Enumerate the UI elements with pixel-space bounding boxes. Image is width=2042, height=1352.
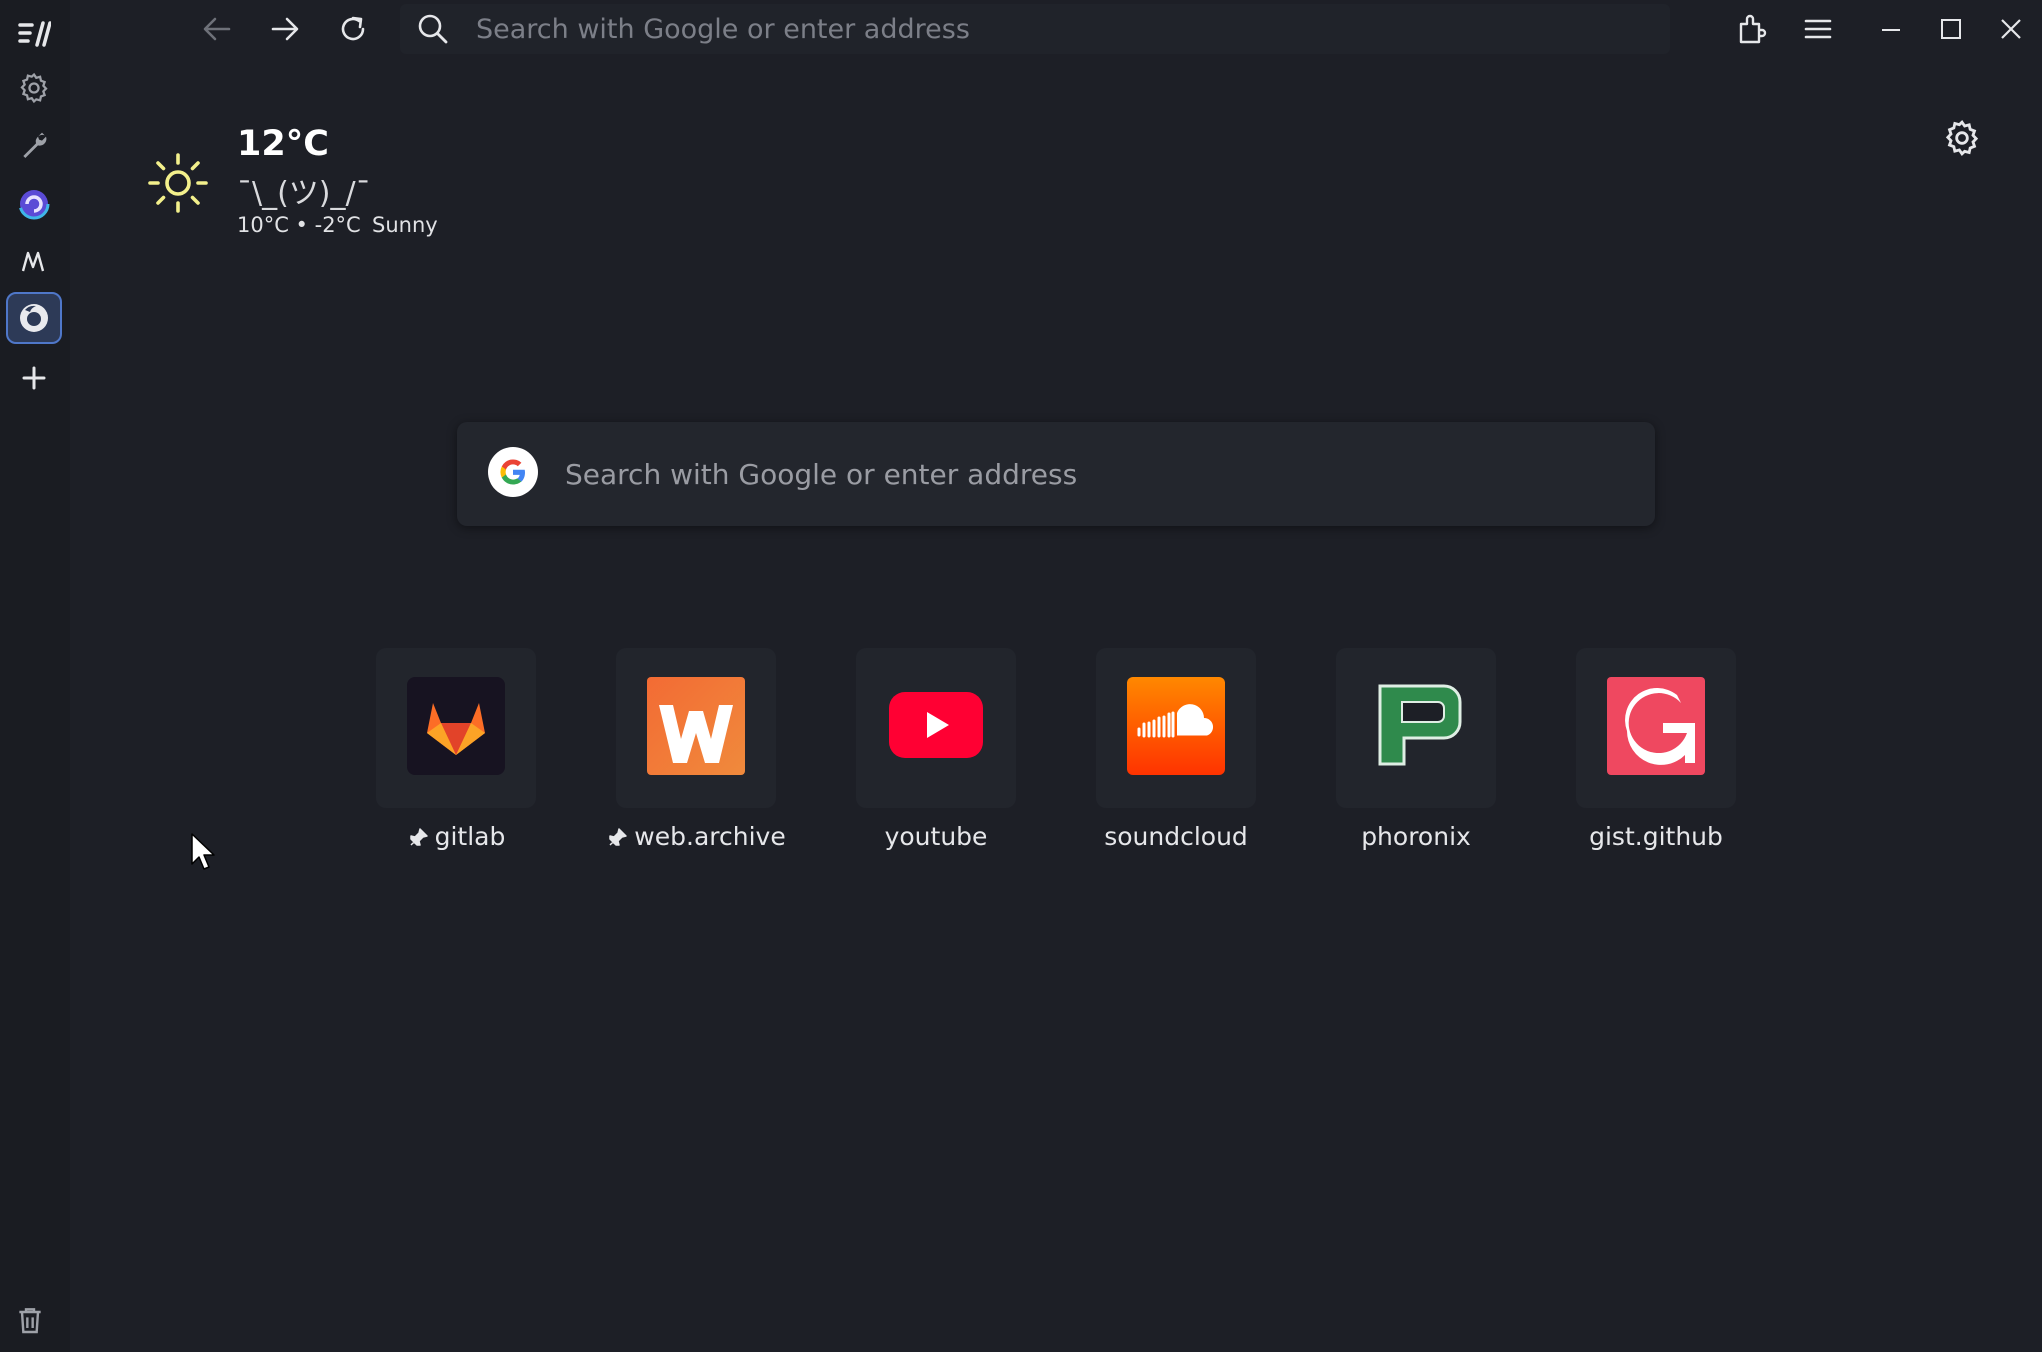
gitlab-logo-icon: [407, 677, 505, 779]
gist-github-logo-icon: [1607, 677, 1705, 779]
sun-icon: [147, 152, 209, 218]
sidebar: [0, 0, 70, 1352]
site-label: gist.github: [1536, 822, 1776, 851]
site-label-text: gist.github: [1589, 822, 1723, 851]
main-search-input[interactable]: [563, 456, 1563, 492]
site-tile[interactable]: [1096, 648, 1256, 808]
top-site-youtube[interactable]: youtube: [816, 648, 1056, 868]
top-site-gitlab[interactable]: gitlab: [336, 648, 576, 868]
mouse-cursor-icon: [190, 832, 218, 876]
extensions-icon[interactable]: [1728, 6, 1774, 52]
site-label: soundcloud: [1056, 822, 1296, 851]
maximize-icon[interactable]: [1928, 6, 1974, 52]
weather-range: 10°C • -2°C: [237, 213, 361, 237]
page-settings-gear-icon[interactable]: [1942, 118, 1982, 158]
top-site-soundcloud[interactable]: soundcloud: [1056, 648, 1296, 868]
site-tile[interactable]: [1576, 648, 1736, 808]
app-menu-icon[interactable]: [6, 8, 62, 60]
m-logo-icon[interactable]: [6, 236, 62, 288]
toolbar: [70, 0, 2042, 58]
wrench-icon[interactable]: [6, 120, 62, 172]
main-search-bar[interactable]: [457, 422, 1655, 526]
phoronix-logo-icon: [1366, 678, 1466, 778]
add-icon[interactable]: [6, 352, 62, 404]
web-archive-logo-icon: [647, 677, 745, 779]
weather-temperature: 12°C: [237, 124, 329, 164]
search-icon: [414, 12, 452, 46]
top-site-phoronix[interactable]: phoronix: [1296, 648, 1536, 868]
minimize-icon[interactable]: [1868, 6, 1914, 52]
google-logo-icon: [487, 446, 539, 502]
site-tile[interactable]: [1336, 648, 1496, 808]
settings-gear-icon[interactable]: [6, 62, 62, 114]
weather-condition: Sunny: [372, 213, 438, 237]
site-label: web.archive: [576, 822, 816, 851]
trash-icon[interactable]: [14, 1304, 46, 1340]
pin-icon: [407, 826, 429, 848]
urlbar-input[interactable]: [474, 12, 1374, 46]
browser-logo-icon[interactable]: [6, 178, 62, 230]
soundcloud-logo-icon: [1127, 677, 1225, 779]
site-tile[interactable]: [616, 648, 776, 808]
site-tile[interactable]: [376, 648, 536, 808]
top-site-gist-github[interactable]: gist.github: [1536, 648, 1776, 868]
site-label: phoronix: [1296, 822, 1536, 851]
youtube-logo-icon: [887, 690, 985, 766]
top-site-web-archive[interactable]: web.archive: [576, 648, 816, 868]
site-label: youtube: [816, 822, 1056, 851]
site-label-text: soundcloud: [1104, 822, 1248, 851]
back-arrow-icon[interactable]: [194, 6, 240, 52]
reload-icon[interactable]: [330, 6, 376, 52]
firefox-logo-icon[interactable]: [6, 292, 62, 344]
site-tile[interactable]: [856, 648, 1016, 808]
close-icon[interactable]: [1988, 6, 2034, 52]
hamburger-menu-icon[interactable]: [1795, 6, 1841, 52]
site-label-text: phoronix: [1361, 822, 1471, 851]
site-label-text: youtube: [884, 822, 988, 851]
forward-arrow-icon[interactable]: [262, 6, 308, 52]
site-label-text: web.archive: [634, 822, 786, 851]
site-label-text: gitlab: [434, 822, 506, 851]
site-label: gitlab: [336, 822, 576, 851]
weather-shrug-text: ¯\_(ツ)_/¯: [237, 176, 371, 211]
pin-icon: [606, 826, 628, 848]
urlbar[interactable]: [400, 4, 1670, 54]
